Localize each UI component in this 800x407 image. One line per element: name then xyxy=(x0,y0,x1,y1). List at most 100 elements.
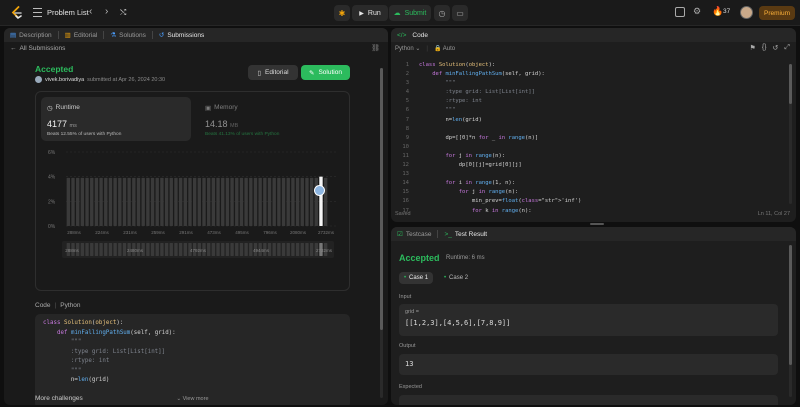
timer-icon[interactable]: ◷ xyxy=(434,5,450,21)
bar xyxy=(207,177,211,226)
code-line[interactable]: 17 for k in range(n): xyxy=(395,207,775,216)
left-scrollbar[interactable] xyxy=(380,68,383,398)
code-line[interactable]: 10 xyxy=(395,143,775,152)
tab-solutions[interactable]: ⚗ Solutions xyxy=(110,31,146,40)
back-to-all-submissions[interactable]: ← All Submissions xyxy=(10,45,65,52)
tab-testcase[interactable]: ☑ Testcase xyxy=(397,230,431,239)
code-label: Code xyxy=(35,302,51,309)
bar xyxy=(127,177,131,226)
expected-box xyxy=(399,395,778,405)
code-panel: </> Code Python ⌄ | 🔒 Auto ⚑ {} ↺ ⤢ 1 cla… xyxy=(391,28,796,222)
bar xyxy=(323,177,328,226)
editorial-button[interactable]: ▯ Editorial xyxy=(248,65,298,80)
mini-bar xyxy=(286,243,290,256)
code-line[interactable]: 12 dp[0][j]=grid[0][j] xyxy=(395,161,775,170)
y-tick-label: 4% xyxy=(48,175,56,181)
mini-bar xyxy=(211,243,216,256)
code-line: """ xyxy=(43,367,82,374)
code-editor[interactable]: 1 class Solution(object): 2 def minFalling… xyxy=(395,61,775,216)
result-scrollbar-thumb[interactable] xyxy=(789,245,792,365)
bar xyxy=(80,177,85,226)
output-box: 13 xyxy=(399,354,778,375)
line-text: """ xyxy=(419,80,456,87)
user-avatar[interactable] xyxy=(35,76,42,83)
code-line[interactable]: 16 min_prev=float(class="str">'inf') xyxy=(395,197,775,206)
mini-bar xyxy=(221,243,225,256)
username-link[interactable]: vivek.borivadiya xyxy=(45,77,84,83)
problem-list-link[interactable]: Problem List xyxy=(47,8,89,17)
auto-mode-toggle[interactable]: 🔒 Auto xyxy=(434,45,455,52)
code-line[interactable]: 1 class Solution(object): xyxy=(395,61,775,70)
code-line[interactable]: 11 for j in range(n): xyxy=(395,152,775,161)
code-line[interactable]: 9 dp=[[0]*n for _ in range(n)] xyxy=(395,134,775,143)
debug-icon[interactable]: ✱ xyxy=(334,5,350,21)
code-line[interactable]: 13 xyxy=(395,170,775,179)
range-label: 2732ms xyxy=(316,248,333,253)
code-line[interactable]: 5 :rtype: int xyxy=(395,97,775,106)
notes-icon[interactable]: ▭ xyxy=(452,5,468,21)
clock-icon: ◷ xyxy=(47,105,53,112)
line-number: 1 xyxy=(405,62,409,68)
mini-bar xyxy=(99,243,103,256)
tab-test-result[interactable]: >_ Test Result xyxy=(444,231,487,238)
bar xyxy=(174,177,178,226)
editor-scrollbar[interactable] xyxy=(789,64,792,204)
language-select[interactable]: Python ⌄ xyxy=(395,45,420,52)
code-icon: </> xyxy=(397,31,407,39)
memory-card[interactable]: ▣ Memory 14.18 MB Beats 41.13% of users … xyxy=(199,97,349,141)
case-2-tab[interactable]: • Case 2 xyxy=(439,272,473,284)
run-button[interactable]: ▶ Run xyxy=(352,5,388,21)
tab-description[interactable]: ▤ Description xyxy=(10,31,52,40)
bar xyxy=(211,177,216,226)
panel-resize-handle[interactable] xyxy=(590,223,604,225)
share-link-icon[interactable]: ⛓ xyxy=(371,44,380,52)
expand-icon[interactable]: ⤢ xyxy=(784,44,790,52)
settings-gear-icon[interactable]: ⚙ xyxy=(693,6,701,17)
problem-list-icon[interactable] xyxy=(33,8,42,17)
bar xyxy=(141,177,145,226)
line-number: 16 xyxy=(402,198,409,205)
leetcode-logo-icon[interactable] xyxy=(10,6,24,20)
streak-fire-icon[interactable]: 🔥 xyxy=(712,6,723,17)
runtime-card[interactable]: ◷ Runtime 4177 ms Beats 12.55% of users … xyxy=(41,97,191,141)
save-status: Saved xyxy=(395,211,411,217)
solution-button[interactable]: ✎ Solution xyxy=(301,65,350,80)
premium-button[interactable]: Premium xyxy=(759,6,795,20)
bar xyxy=(305,177,309,226)
prev-problem-icon[interactable]: ‹ xyxy=(89,6,92,17)
memory-label: Memory xyxy=(214,104,238,111)
divider: | xyxy=(54,302,57,309)
bookmark-icon[interactable]: ⚑ xyxy=(750,44,756,52)
next-problem-icon[interactable]: › xyxy=(105,6,108,17)
editor-scrollbar-thumb[interactable] xyxy=(789,64,792,104)
range-label: 4944ms xyxy=(253,248,270,253)
bar xyxy=(309,177,314,226)
bar xyxy=(230,177,234,226)
tab-submissions[interactable]: ↺ Submissions xyxy=(159,31,204,40)
mini-bar xyxy=(183,243,187,256)
shuffle-icon[interactable]: ⤭ xyxy=(120,8,126,18)
range-label: 2480ms xyxy=(127,248,144,253)
mini-bar xyxy=(146,243,150,256)
code-line[interactable]: 4 :type grid: List[List[int]] xyxy=(395,88,775,97)
submit-button[interactable]: ☁ Submit xyxy=(389,5,431,21)
code-line[interactable]: 2 def minFallingPathSum(self, grid): xyxy=(395,70,775,79)
tab-editorial[interactable]: ▥ Editorial xyxy=(65,31,98,40)
left-scrollbar-thumb[interactable] xyxy=(380,68,383,330)
expected-label: Expected xyxy=(399,384,422,390)
line-number: 5 xyxy=(405,98,409,105)
braces-icon[interactable]: {} xyxy=(762,44,767,52)
code-line[interactable]: 14 for i in range(1, n): xyxy=(395,179,775,188)
bar xyxy=(258,177,262,226)
avatar[interactable] xyxy=(740,6,753,19)
line-text: """ xyxy=(419,107,456,114)
code-line[interactable]: 8 xyxy=(395,125,775,134)
reset-icon[interactable]: ↺ xyxy=(773,44,779,52)
layout-icon[interactable] xyxy=(675,7,685,17)
result-scrollbar[interactable] xyxy=(789,245,792,397)
case-1-tab[interactable]: • Case 1 xyxy=(399,272,433,284)
code-line[interactable]: 7 n=len(grid) xyxy=(395,116,775,125)
code-line[interactable]: 3 """ xyxy=(395,79,775,88)
code-line[interactable]: 15 for j in range(n): xyxy=(395,188,775,197)
code-line[interactable]: 6 """ xyxy=(395,106,775,115)
